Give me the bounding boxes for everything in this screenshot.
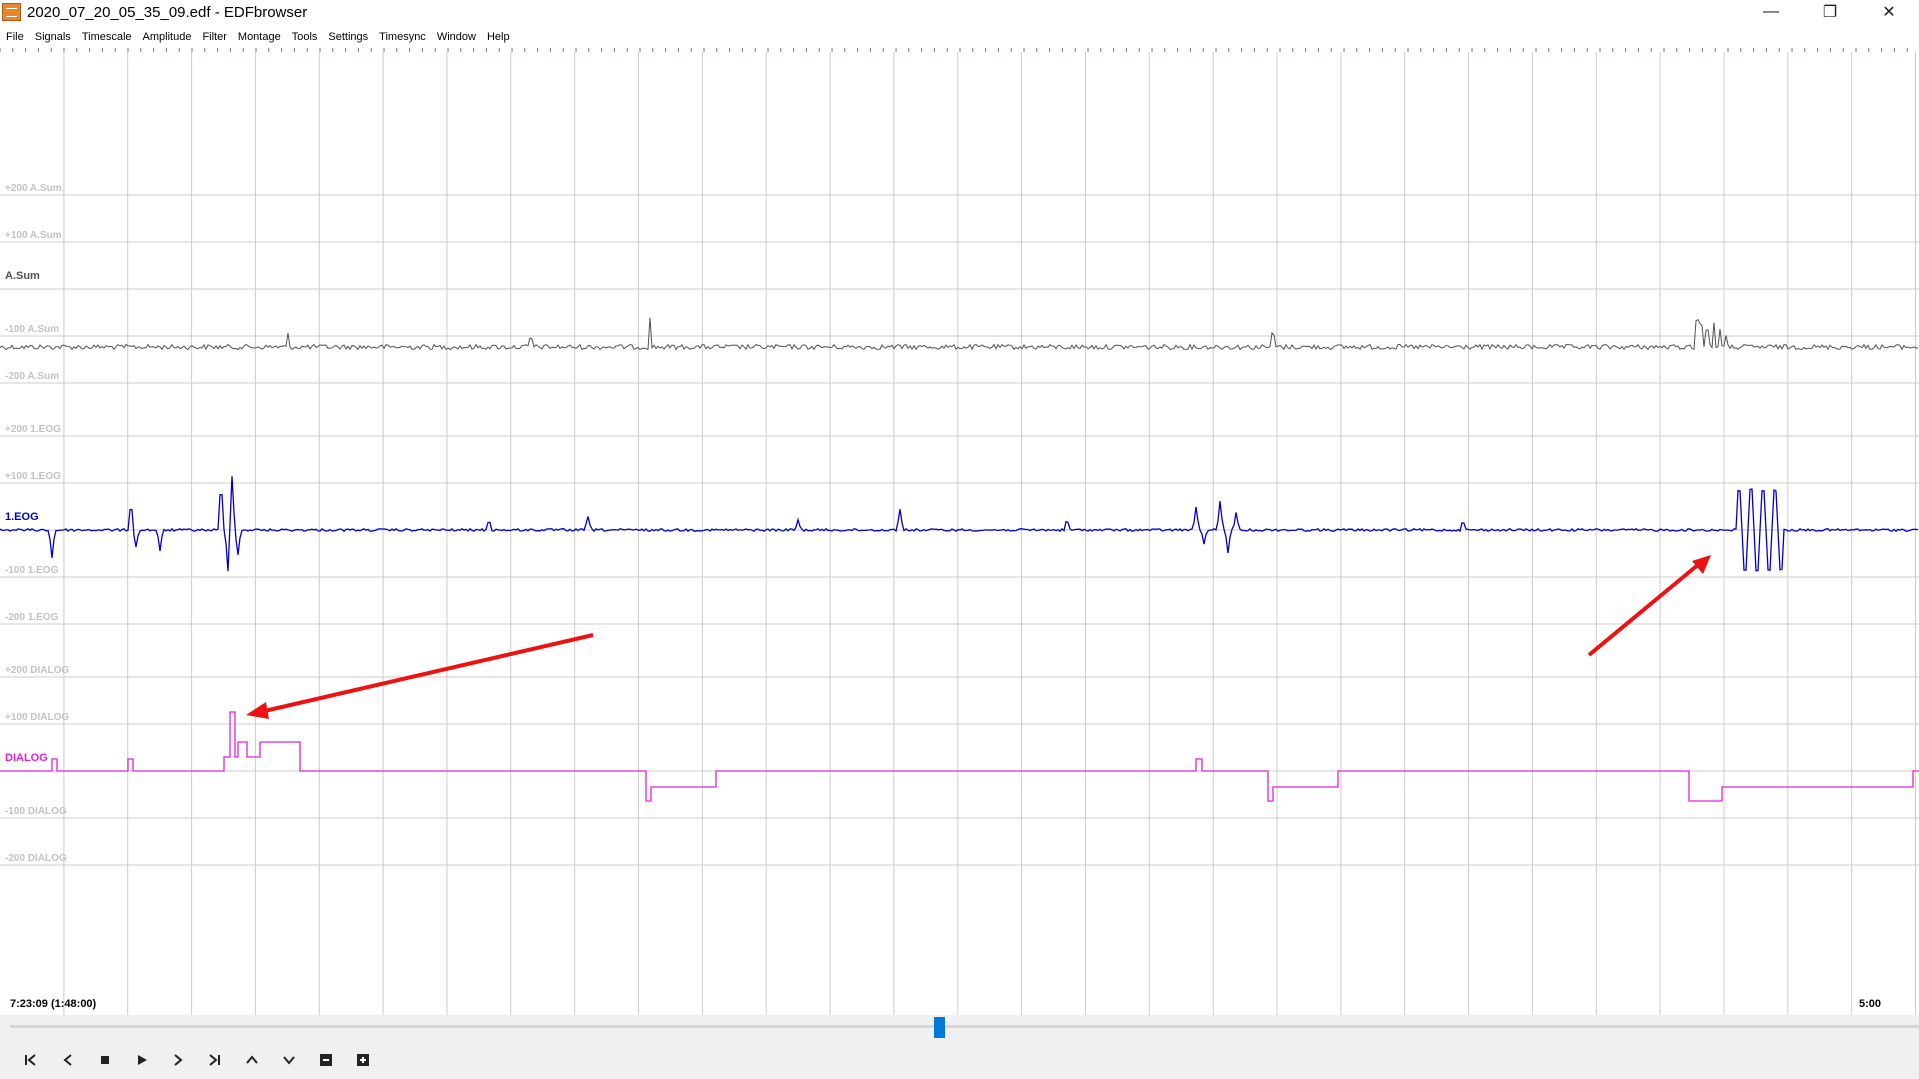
annotation-arrow-left — [255, 633, 594, 715]
annotation-arrow-right — [1587, 562, 1701, 657]
eog-tick-minus100: -100 1.EOG — [5, 565, 59, 576]
annotation-arrowhead-right — [1692, 555, 1711, 574]
scrollbar-track[interactable] — [10, 1025, 1919, 1028]
asum-tick-plus100: +100 A.Sum — [5, 230, 62, 241]
eog-tick-minus200: -200 1.EOG — [5, 612, 59, 623]
signal-trace-dialog — [0, 711, 1919, 802]
signal-label-eog[interactable]: 1.EOG — [5, 511, 39, 523]
zoom-in-icon[interactable] — [348, 1046, 378, 1074]
dialog-tick-plus100: +100 DIALOG — [5, 712, 69, 723]
dialog-tick-minus200: -200 DIALOG — [5, 853, 67, 864]
signal-trace-asum — [0, 317, 1919, 351]
next-icon[interactable] — [163, 1046, 193, 1074]
signal-label-dialog[interactable]: DIALOG — [5, 752, 48, 764]
signal-label-asum[interactable]: A.Sum — [5, 270, 40, 282]
dialog-tick-minus100: -100 DIALOG — [5, 806, 67, 817]
horizontal-scrollbar[interactable] — [0, 1015, 1919, 1041]
vertical-grid — [63, 52, 1916, 1015]
asum-tick-minus200: -200 A.Sum — [5, 371, 59, 382]
first-page-icon[interactable] — [15, 1046, 45, 1074]
time-position-label: 7:23:09 (1:48:00) — [10, 998, 97, 1010]
signal-trace-eog — [0, 476, 1919, 572]
eog-tick-plus200: +200 1.EOG — [5, 424, 61, 435]
last-page-icon[interactable] — [200, 1046, 230, 1074]
asum-tick-minus100: -100 A.Sum — [5, 324, 59, 335]
scrollbar-thumb[interactable] — [934, 1017, 945, 1038]
time-ruler — [0, 48, 1908, 52]
signal-plot-area[interactable]: +200 A.Sum +100 A.Sum -100 A.Sum -200 A.… — [0, 0, 1919, 1079]
eog-tick-plus100: +100 1.EOG — [5, 471, 61, 482]
scroll-down-icon[interactable] — [274, 1046, 304, 1074]
scroll-up-icon[interactable] — [237, 1046, 267, 1074]
zoom-out-icon[interactable] — [311, 1046, 341, 1074]
previous-icon[interactable] — [53, 1046, 83, 1074]
asum-tick-plus200: +200 A.Sum — [5, 183, 62, 194]
page-length-label: 5:00 — [1859, 998, 1882, 1010]
dialog-tick-plus200: +200 DIALOG — [5, 665, 69, 676]
annotation-arrowhead-left — [246, 702, 269, 719]
stop-icon[interactable] — [90, 1046, 120, 1074]
play-icon[interactable] — [127, 1046, 157, 1074]
